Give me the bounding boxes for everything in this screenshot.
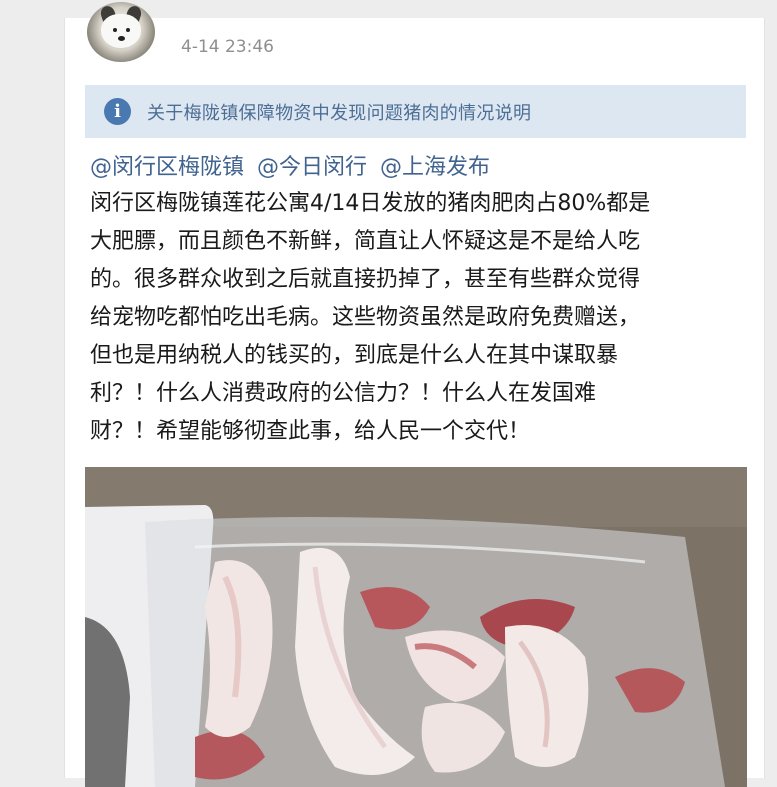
avatar-dog-eye (126, 28, 130, 32)
info-icon: i (104, 98, 131, 125)
post-photo[interactable] (85, 467, 747, 787)
post-body-line: 闵行区梅陇镇莲花公寓4/14日发放的猪肉肥肉占80%都是 (90, 191, 651, 216)
post-body-line: 利？！什么人消费政府的公信力？！什么人在发国难 (90, 381, 597, 406)
post-body: 闵行区梅陇镇莲花公寓4/14日发放的猪肉肥肉占80%都是 大肥膘，而且颜色不新鲜… (90, 185, 740, 451)
notice-text[interactable]: 关于梅陇镇保障物资中发现问题猪肉的情况说明 (147, 99, 531, 125)
mention-link[interactable]: @上海发布 (380, 155, 490, 180)
post-body-line: 给宠物吃都怕吃出毛病。这些物资虽然是政府免费赠送， (90, 305, 641, 330)
mention-list: @闵行区梅陇镇 @今日闵行 @上海发布 (90, 149, 496, 181)
mention-link[interactable]: @闵行区梅陇镇 (90, 155, 244, 180)
mention-link[interactable]: @今日闵行 (257, 155, 367, 180)
post-body-line: 大肥膘，而且颜色不新鲜，简直让人怀疑这是不是给人吃 (90, 229, 641, 254)
post-body-line: 的。很多群众收到之后就直接扔掉了，甚至有些群众觉得 (90, 267, 641, 292)
post-timestamp: 4-14 23:46 (181, 37, 274, 57)
notice-banner[interactable]: i 关于梅陇镇保障物资中发现问题猪肉的情况说明 (85, 85, 746, 138)
avatar-dog-nose (118, 36, 125, 41)
avatar[interactable] (87, 2, 155, 62)
pork-photo-drawing (85, 467, 747, 787)
avatar-dog-face (101, 14, 141, 48)
avatar-dog-eye (113, 28, 117, 32)
post-body-line: 财？！希望能够彻查此事，给人民一个交代！ (90, 419, 531, 444)
post-card: 4-14 23:46 i 关于梅陇镇保障物资中发现问题猪肉的情况说明 @闵行区梅… (64, 2, 765, 787)
post-body-line: 但也是用纳税人的钱买的，到底是什么人在其中谋取暴 (90, 343, 619, 368)
